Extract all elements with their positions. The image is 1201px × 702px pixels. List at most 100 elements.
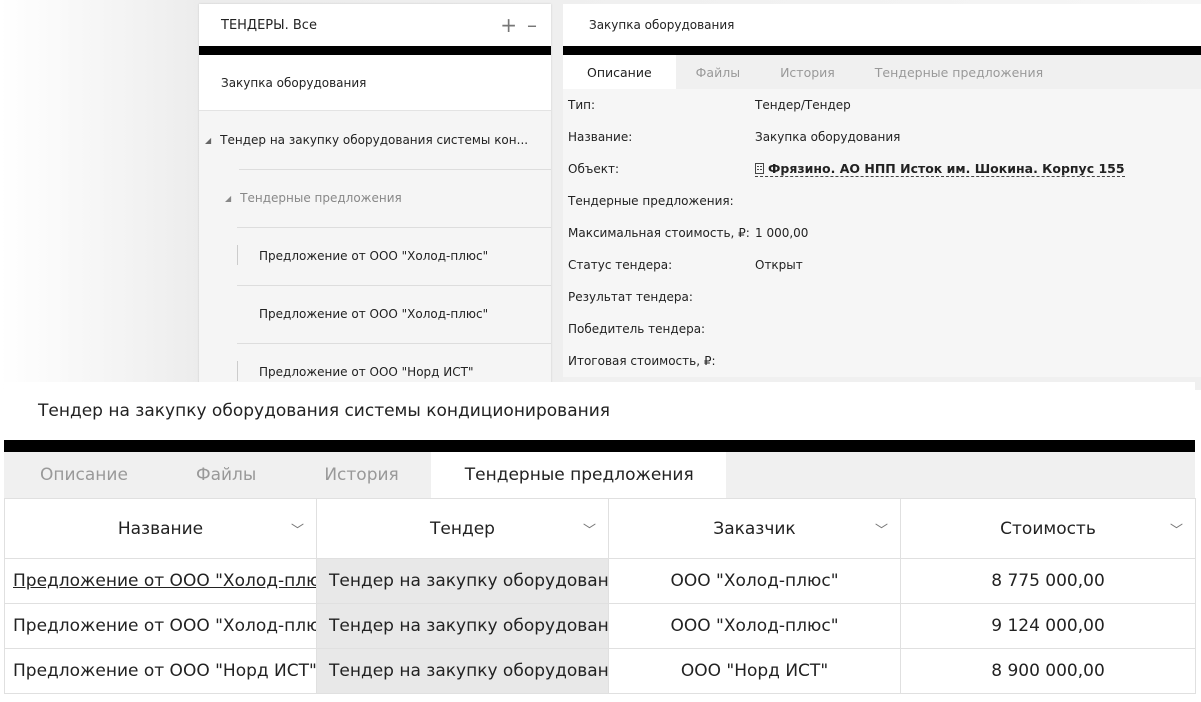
chevron-down-icon[interactable]: ﹀ (1170, 519, 1183, 538)
detail-tabs: Описание Файлы История Тендерные предлож… (563, 55, 1201, 89)
prop-status: Статус тендера: Открыт (563, 249, 1201, 281)
column-header-customer[interactable]: Заказчик ﹀ (608, 498, 901, 559)
tree-node-label: Предложение от ООО "Норд ИСТ" (259, 365, 474, 379)
tab-files[interactable]: Файлы (160, 452, 288, 498)
tree-selected-label: Закупка оборудования (221, 75, 367, 90)
column-header-label: Тендер (430, 518, 495, 539)
cell-name[interactable]: Предложение от ООО "Норд ИСТ" (4, 648, 317, 694)
column-header-cost[interactable]: Стоимость ﹀ (900, 498, 1196, 559)
cell-cost: 8 900 000,00 (900, 648, 1196, 694)
tree-header: ТЕНДЕРЫ. Все + – (199, 4, 551, 46)
prop-result: Результат тендера: (563, 281, 1201, 313)
procurement-detail-panel: Закупка оборудования Описание Файлы Исто… (563, 4, 1201, 390)
cell-tender: Тендер на закупку оборудования (316, 648, 609, 694)
tree-header-bar (199, 46, 551, 55)
detail-title: Закупка оборудования (589, 18, 735, 32)
divider (237, 343, 551, 344)
tree-node-offer[interactable]: Предложение от ООО "Холод-плюс" (199, 285, 551, 343)
prop-object: Объект: Фрязино. АО НПП Исток им. Шокина… (563, 153, 1201, 185)
column-header-tender[interactable]: Тендер ﹀ (316, 498, 609, 559)
object-link[interactable]: Фрязино. АО НПП Исток им. Шокина. Корпус… (755, 161, 1125, 177)
tree-node-label: Тендер на закупку оборудования системы к… (220, 133, 529, 147)
tree-node-label: Предложение от ООО "Холод-плюс" (259, 307, 489, 321)
tab-history[interactable]: История (760, 55, 855, 89)
prop-label: Название: (568, 130, 633, 144)
tree-title: ТЕНДЕРЫ. Все (221, 17, 317, 33)
cell-tender: Тендер на закупку оборудования (316, 558, 609, 604)
divider (237, 285, 551, 286)
cell-name[interactable]: Предложение от ООО "Холод-плюс" (4, 603, 317, 649)
detail-header-bar (563, 46, 1201, 55)
prop-label: Итоговая стоимость, ₽: (568, 354, 716, 368)
chevron-down-icon[interactable]: ﹀ (291, 519, 304, 538)
tree-guide-line (237, 245, 238, 265)
cell-customer: ООО "Холод-плюс" (608, 558, 901, 604)
prop-label: Статус тендера: (568, 258, 673, 272)
tab-files[interactable]: Файлы (676, 55, 760, 89)
prop-value: Закупка оборудования (755, 130, 901, 144)
tab-tender-offers[interactable]: Тендерные предложения (430, 452, 726, 498)
prop-label: Объект: (568, 162, 619, 176)
tab-tender-offers[interactable]: Тендерные предложения (855, 55, 1063, 89)
prop-value: 1 000,00 (755, 226, 809, 240)
prop-label: Результат тендера: (568, 290, 693, 304)
prop-label: Победитель тендера: (568, 322, 706, 336)
prop-label: Тип: (568, 98, 596, 112)
tree-node-label: Предложение от ООО "Холод-плюс" (259, 249, 489, 263)
tender-tree-panel: ТЕНДЕРЫ. Все + – Закупка оборудования ◢ … (199, 4, 551, 390)
tab-description[interactable]: Описание (4, 452, 160, 498)
table-header-row: Название ﹀ Тендер ﹀ Заказчик ﹀ Стоимость… (4, 498, 1196, 559)
prop-winner: Победитель тендера: (563, 313, 1201, 345)
cell-name[interactable]: Предложение от ООО "Холод-плюс" (4, 558, 317, 604)
prop-type: Тип: Тендер/Тендер (563, 89, 1201, 121)
building-icon (755, 163, 764, 174)
detail-properties: Тип: Тендер/Тендер Название: Закупка обо… (563, 89, 1201, 377)
tree-node-offer[interactable]: Предложение от ООО "Холод-плюс" (199, 227, 551, 285)
detail-header: Закупка оборудования (563, 4, 1201, 46)
tender-title: Тендер на закупку оборудования системы к… (38, 401, 610, 421)
tender-tabs: Описание Файлы История Тендерные предлож… (4, 452, 1195, 498)
prop-label: Максимальная стоимость, ₽: (568, 226, 750, 240)
tab-description[interactable]: Описание (563, 55, 676, 89)
offer-link[interactable]: Предложение от ООО "Холод-плюс" (13, 571, 316, 591)
tab-history[interactable]: История (288, 452, 430, 498)
prop-value: Открыт (755, 258, 803, 272)
table-row[interactable]: Предложение от ООО "Холод-плюс" Тендер н… (4, 558, 1196, 604)
tree-selected-item[interactable]: Закупка оборудования (199, 55, 551, 111)
cell-cost: 8 775 000,00 (900, 558, 1196, 604)
tender-header-bar (4, 440, 1195, 452)
chevron-down-icon[interactable]: ﹀ (583, 519, 596, 538)
column-header-name[interactable]: Название ﹀ (4, 498, 317, 559)
column-header-label: Стоимость (1000, 518, 1096, 539)
table-row[interactable]: Предложение от ООО "Холод-плюс" Тендер н… (4, 603, 1196, 649)
tree-node-label: Тендерные предложения (240, 191, 402, 205)
tree-node-tender-offers[interactable]: ◢ Тендерные предложения (199, 169, 551, 227)
tree-node-tender[interactable]: ◢ Тендер на закупку оборудования системы… (199, 111, 551, 169)
cell-cost: 9 124 000,00 (900, 603, 1196, 649)
table-row[interactable]: Предложение от ООО "Норд ИСТ" Тендер на … (4, 648, 1196, 694)
prop-max-cost: Максимальная стоимость, ₽: 1 000,00 (563, 217, 1201, 249)
tree-guide-line (237, 361, 238, 381)
prop-value: Тендер/Тендер (755, 98, 851, 112)
offer-link[interactable]: Предложение от ООО "Холод-плюс" (13, 616, 316, 636)
column-header-label: Название (117, 518, 204, 539)
chevron-down-icon[interactable]: ﹀ (875, 519, 888, 538)
tender-panel: Тендер на закупку оборудования системы к… (4, 382, 1196, 702)
object-link-text: Фрязино. АО НПП Исток им. Шокина. Корпус… (768, 161, 1125, 176)
column-header-label: Заказчик (713, 518, 796, 539)
prop-tender-offers: Тендерные предложения: (563, 185, 1201, 217)
tender-offers-table: Название ﹀ Тендер ﹀ Заказчик ﹀ Стоимость… (4, 498, 1196, 694)
collapse-icon[interactable]: – (527, 15, 537, 35)
cell-tender: Тендер на закупку оборудования (316, 603, 609, 649)
divider (237, 227, 551, 228)
cell-customer: ООО "Норд ИСТ" (608, 648, 901, 694)
divider (239, 169, 551, 170)
tender-header: Тендер на закупку оборудования системы к… (4, 382, 1195, 440)
offer-link[interactable]: Предложение от ООО "Норд ИСТ" (13, 661, 316, 681)
expand-triangle-icon[interactable]: ◢ (225, 194, 231, 203)
expand-triangle-icon[interactable]: ◢ (205, 136, 211, 145)
prop-name: Название: Закупка оборудования (563, 121, 1201, 153)
cell-customer: ООО "Холод-плюс" (608, 603, 901, 649)
prop-final-cost: Итоговая стоимость, ₽: (563, 345, 1201, 377)
add-icon[interactable]: + (500, 15, 517, 35)
